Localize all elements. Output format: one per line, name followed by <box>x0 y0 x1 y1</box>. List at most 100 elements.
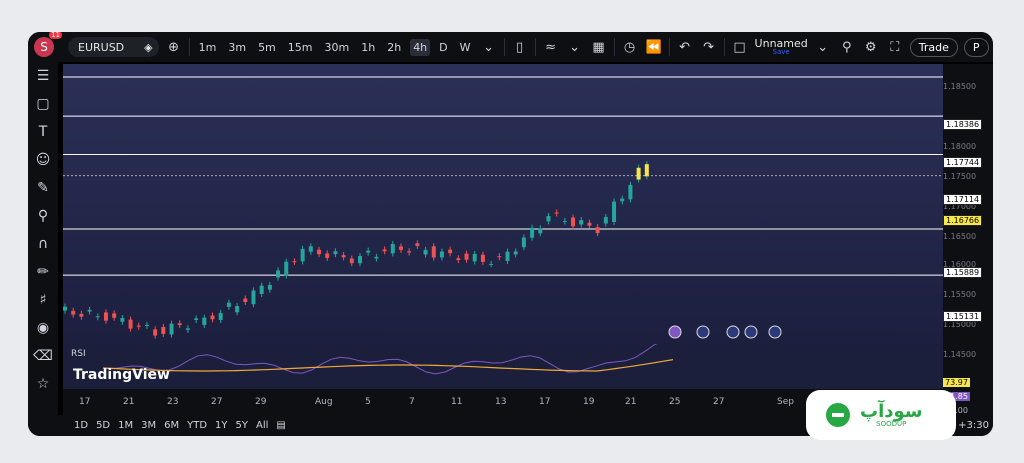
user-avatar[interactable]: S 11 <box>34 32 62 57</box>
candle <box>579 220 584 225</box>
candle <box>210 315 215 320</box>
candle <box>390 243 395 254</box>
timeframe-w[interactable]: W <box>457 39 474 56</box>
range-6m[interactable]: 6M <box>164 420 179 431</box>
price-tick: 1.15500 <box>943 290 977 299</box>
rsi-line <box>102 338 674 375</box>
timezone-label[interactable]: +3:30 <box>958 420 989 431</box>
timeframe-1m[interactable]: 1m <box>196 39 220 56</box>
range-ytd[interactable]: YTD <box>187 420 207 431</box>
pencil-lock-icon[interactable]: ✏ <box>37 258 49 286</box>
candle <box>259 285 264 294</box>
economic-event-icon[interactable] <box>744 325 758 339</box>
candle <box>415 243 420 246</box>
magnet-icon[interactable]: ∩ <box>38 230 48 258</box>
economic-event-icon[interactable] <box>668 325 682 339</box>
timeframe-3m[interactable]: 3m <box>225 39 249 56</box>
settings-icon[interactable]: ⚙ <box>862 40 880 55</box>
timeframe-5m[interactable]: 5m <box>255 39 279 56</box>
eye-icon[interactable]: ◉ <box>37 314 49 342</box>
candle-type-icon[interactable]: ▯ <box>511 40 529 55</box>
top-toolbar: S 11 EURUSD ◈ ⊕ 1m 3m 5m 15m 30m 1h 2h 4… <box>28 32 993 62</box>
economic-event-icon[interactable] <box>696 325 710 339</box>
candle <box>292 261 297 263</box>
range-5d[interactable]: 5D <box>96 420 110 431</box>
candle <box>112 313 117 318</box>
timeframe-1h[interactable]: 1h <box>358 39 378 56</box>
candle <box>341 255 346 258</box>
candle <box>144 324 149 327</box>
range-5y[interactable]: 5Y <box>236 420 248 431</box>
trash-icon[interactable]: ⌫ <box>33 342 53 370</box>
candle <box>521 237 526 248</box>
alert-icon[interactable]: ◷ <box>621 40 639 55</box>
avatar-letter: S <box>40 40 48 54</box>
chevron-down-icon[interactable]: ⌄ <box>480 40 498 55</box>
range-3m[interactable]: 3M <box>141 420 156 431</box>
tradingview-logo: TradingView <box>73 367 170 383</box>
current-price-label: 1.16766 <box>943 215 983 226</box>
chevron-down-icon[interactable]: ⌄ <box>566 40 584 55</box>
divider <box>723 38 725 56</box>
indicators-icon[interactable]: ≈ <box>542 40 560 55</box>
candle <box>497 256 502 258</box>
add-symbol-icon[interactable]: ⊕ <box>165 40 183 55</box>
timeframe-2h[interactable]: 2h <box>384 39 404 56</box>
candle <box>398 246 403 250</box>
range-1d[interactable]: 1D <box>74 420 88 431</box>
timeframe-4h[interactable]: 4h <box>410 38 431 56</box>
ruler-icon[interactable]: ✎ <box>37 174 49 202</box>
time-label: 5 <box>365 397 371 407</box>
text-icon[interactable]: T <box>39 118 48 146</box>
divider <box>668 38 670 56</box>
candle <box>448 249 453 254</box>
emoji-icon[interactable]: ☺ <box>36 146 51 174</box>
chevron-down-icon[interactable]: ⌄ <box>814 40 832 55</box>
timeframe-d[interactable]: D <box>436 39 450 56</box>
checkbox-icon[interactable]: □ <box>731 40 749 55</box>
price-chart[interactable] <box>63 64 943 344</box>
candle <box>480 254 485 262</box>
candle <box>235 306 240 313</box>
price-tick: 1.16500 <box>943 232 977 241</box>
divider <box>613 38 615 56</box>
candle <box>300 248 305 262</box>
range-1m[interactable]: 1M <box>118 420 133 431</box>
fullscreen-icon[interactable]: ⛶ <box>886 40 904 55</box>
candle <box>325 253 330 258</box>
redo-icon[interactable]: ↷ <box>700 40 718 55</box>
replay-icon[interactable]: ⏪ <box>645 40 663 55</box>
candle <box>185 328 190 330</box>
economic-event-icon[interactable] <box>768 325 782 339</box>
rectangle-icon[interactable]: ▢ <box>36 90 49 118</box>
undo-icon[interactable]: ↶ <box>676 40 694 55</box>
trade-button[interactable]: Trade <box>909 37 958 57</box>
price-axis[interactable]: 1.18500 1.18000 1.17500 1.17000 1.16500 … <box>943 64 993 436</box>
star-icon[interactable]: ☆ <box>37 370 50 398</box>
layout-grid-icon[interactable]: ▦ <box>590 40 608 55</box>
quick-search-icon[interactable]: ⚲ <box>838 40 856 55</box>
range-all[interactable]: All <box>256 420 268 431</box>
range-1y[interactable]: 1Y <box>215 420 227 431</box>
zoom-icon[interactable]: ⚲ <box>38 202 48 230</box>
layout-save[interactable]: Unnamed Save <box>755 38 808 56</box>
crosshair-icon[interactable]: ☰ <box>37 62 50 90</box>
symbol-search[interactable]: EURUSD ◈ <box>68 37 159 57</box>
divider <box>534 38 536 56</box>
candle <box>603 217 608 224</box>
candle <box>366 250 371 253</box>
publish-button[interactable]: P <box>963 37 989 57</box>
candle <box>243 298 248 302</box>
notification-badge: 11 <box>49 32 62 39</box>
time-label: 19 <box>583 397 595 407</box>
timeframe-30m[interactable]: 30m <box>322 39 353 56</box>
lock-icon[interactable]: ♯ <box>40 286 47 314</box>
candle <box>472 253 477 262</box>
calendar-icon[interactable]: ▤ <box>276 420 285 431</box>
timeframe-15m[interactable]: 15m <box>285 39 316 56</box>
rsi-pane[interactable]: RSI TradingView <box>63 338 943 389</box>
candle <box>276 270 281 278</box>
level-label: 1.17744 <box>943 157 983 168</box>
economic-event-icon[interactable] <box>726 325 740 339</box>
time-label: 7 <box>409 397 415 407</box>
